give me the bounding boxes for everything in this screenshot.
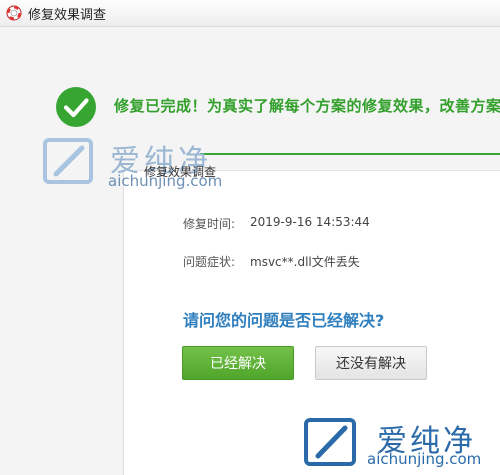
- completion-message: 修复已完成！为真实了解每个方案的修复效果，改善方案: [114, 97, 500, 115]
- resolved-button[interactable]: 已经解决: [182, 346, 294, 380]
- window-title: 修复效果调查: [28, 8, 107, 23]
- watermark-url-bottom: aichunjing.com: [367, 450, 482, 468]
- dialog-title: 修复效果调查: [144, 165, 217, 179]
- watermark-logo-icon: [304, 418, 356, 466]
- repair-time-value: 2019-9-16 14:53:44: [250, 215, 370, 229]
- watermark-logo-icon: [43, 138, 93, 184]
- symptom-value: msvc**.dll文件丢失: [250, 255, 360, 269]
- window-titlebar[interactable]: 修复效果调查: [0, 0, 500, 27]
- repair-time-label: 修复时间:: [183, 217, 236, 231]
- lifebuoy-icon: [6, 5, 22, 21]
- resolution-question: 请问您的问题是否已经解决?: [183, 311, 385, 330]
- green-divider: [200, 153, 500, 155]
- success-check-icon: [56, 87, 96, 127]
- symptom-label: 问题症状:: [183, 255, 236, 269]
- not-resolved-button[interactable]: 还没有解决: [315, 346, 427, 380]
